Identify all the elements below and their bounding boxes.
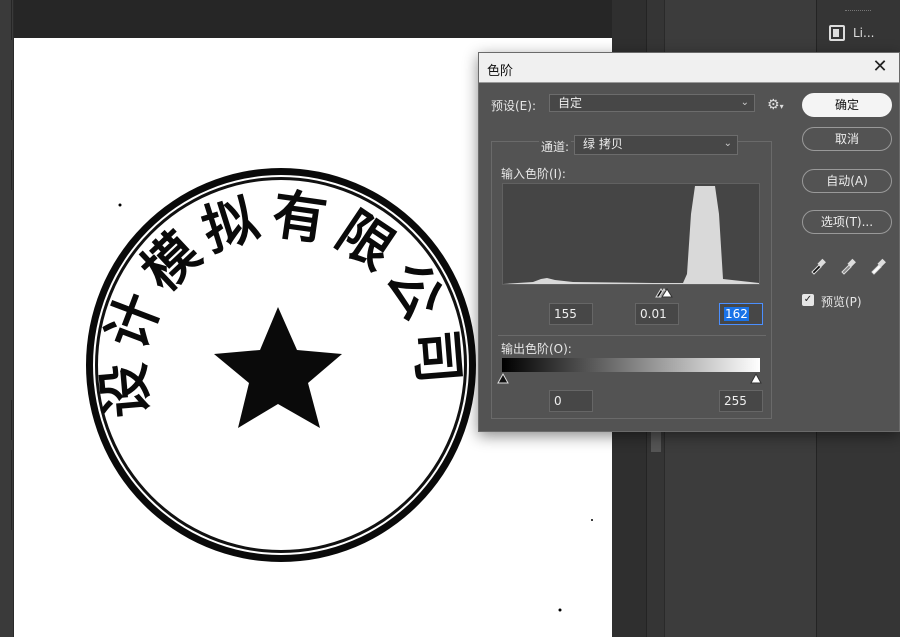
- gear-icon[interactable]: ⚙▾: [767, 97, 787, 113]
- levels-dialog: 色阶 ✕ 预设(E): 自定 ⌄ ⚙▾ 通道: 绿 拷贝 ⌄ 输入色阶(I): …: [478, 52, 900, 432]
- input-black-field[interactable]: 155: [549, 303, 593, 325]
- close-icon[interactable]: ✕: [869, 56, 891, 78]
- canvas-pasteboard: [14, 0, 612, 38]
- input-white-field[interactable]: 162: [719, 303, 763, 325]
- histogram: [502, 183, 760, 285]
- output-white-field[interactable]: 255: [719, 390, 763, 412]
- preset-label: 预设(E):: [491, 99, 536, 113]
- tool-slot[interactable]: [2, 80, 12, 120]
- output-white-slider[interactable]: [750, 372, 762, 384]
- histogram-graph: [503, 186, 759, 284]
- preview-label: 预览(P): [821, 295, 862, 309]
- tool-slot[interactable]: [2, 450, 12, 490]
- dialog-title: 色阶: [487, 64, 514, 79]
- output-levels-label: 输出色阶(O):: [501, 342, 572, 356]
- tool-slot[interactable]: [2, 490, 12, 530]
- preset-value: 自定: [558, 96, 583, 110]
- photoshop-workspace: 设计模拟有限公司 Li... 色阶 ✕ 预设(E): 自定 ⌄ ⚙▾ 通道: 绿…: [0, 0, 900, 637]
- preview-checkbox[interactable]: ✓: [802, 294, 814, 306]
- gray-eyedropper-icon[interactable]: [839, 257, 857, 275]
- preset-select[interactable]: 自定 ⌄: [549, 94, 755, 112]
- black-eyedropper-icon[interactable]: [809, 257, 827, 275]
- output-gradient-bar: [502, 358, 760, 372]
- tool-slot[interactable]: [2, 150, 12, 190]
- chevron-down-icon: ⌄: [740, 97, 749, 108]
- input-levels-label: 输入色阶(I):: [501, 167, 566, 181]
- scroll-thumb[interactable]: [651, 430, 661, 452]
- input-sliders[interactable]: [502, 285, 764, 299]
- seal-inner-ring: [95, 177, 467, 553]
- ok-button[interactable]: 确定: [802, 93, 892, 117]
- libraries-label: Li...: [853, 26, 875, 40]
- libraries-panel-tab[interactable]: Li...: [821, 18, 895, 48]
- white-eyedropper-icon[interactable]: [869, 257, 887, 275]
- auto-button[interactable]: 自动(A): [802, 169, 892, 193]
- chevron-down-icon: ⌄: [723, 138, 732, 149]
- input-white-selected: 162: [724, 307, 749, 321]
- options-button[interactable]: 选项(T)...: [802, 210, 892, 234]
- output-black-slider[interactable]: [497, 372, 509, 384]
- dialog-titlebar[interactable]: 色阶 ✕: [479, 53, 899, 83]
- tool-slot[interactable]: [2, 400, 12, 440]
- divider: [498, 335, 766, 336]
- channel-select[interactable]: 绿 拷贝 ⌄: [574, 135, 738, 155]
- cancel-button[interactable]: 取消: [802, 127, 892, 151]
- input-gamma-field[interactable]: 0.01: [635, 303, 679, 325]
- tool-slot[interactable]: [2, 0, 12, 40]
- tool-strip: [0, 0, 14, 637]
- output-black-field[interactable]: 0: [549, 390, 593, 412]
- libraries-icon: [829, 25, 845, 41]
- panel-grip[interactable]: [845, 10, 871, 12]
- channel-label: 通道:: [539, 138, 572, 155]
- output-sliders[interactable]: [497, 371, 767, 385]
- channel-value: 绿 拷贝: [583, 137, 623, 151]
